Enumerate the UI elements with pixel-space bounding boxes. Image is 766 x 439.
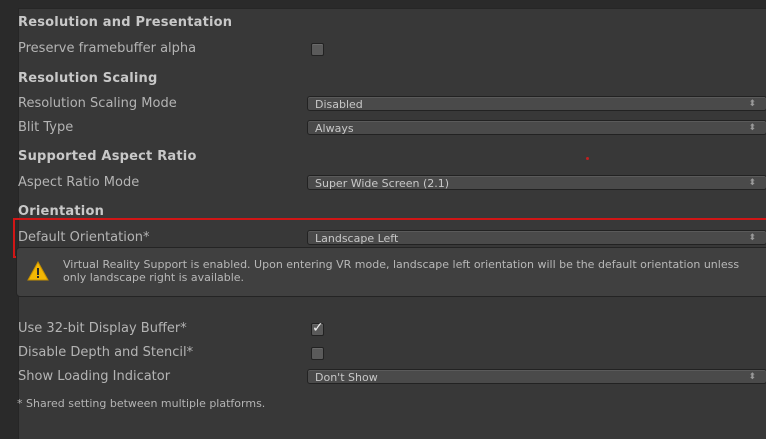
- row-preserve-framebuffer-alpha: Preserve framebuffer alpha: [0, 38, 760, 60]
- section-title: Resolution Scaling: [18, 71, 158, 86]
- aspect-ratio-mode-dropdown[interactable]: Super Wide Screen (2.1) ⬍: [307, 175, 766, 190]
- row-aspect-ratio-mode: Aspect Ratio Mode Super Wide Screen (2.1…: [0, 172, 766, 194]
- row-resolution-scaling-mode: Resolution Scaling Mode Disabled ⬍: [0, 93, 766, 115]
- preserve-framebuffer-alpha-checkbox[interactable]: [311, 43, 324, 56]
- marker-dot: [586, 157, 589, 160]
- warning-helpbox: Virtual Reality Support is enabled. Upon…: [16, 247, 766, 297]
- blit-type-dropdown[interactable]: Always ⬍: [307, 120, 766, 135]
- footer-note: * Shared setting between multiple platfo…: [17, 397, 266, 410]
- section-supported-aspect-ratio: Supported Aspect Ratio: [0, 146, 760, 168]
- use-32bit-display-buffer-checkbox[interactable]: ✓: [311, 320, 324, 336]
- row-disable-depth-stencil: Disable Depth and Stencil*: [0, 342, 760, 364]
- resolution-scaling-mode-dropdown[interactable]: Disabled ⬍: [307, 96, 766, 111]
- dropdown-arrow-icon: ⬍: [748, 178, 756, 188]
- setting-label: Blit Type: [18, 120, 74, 135]
- disable-depth-stencil-checkbox[interactable]: [311, 347, 324, 360]
- show-loading-indicator-dropdown[interactable]: Don't Show ⬍: [307, 369, 766, 384]
- warning-text: Virtual Reality Support is enabled. Upon…: [63, 258, 740, 284]
- row-blit-type: Blit Type Always ⬍: [0, 117, 766, 139]
- setting-label: Resolution Scaling Mode: [18, 96, 177, 111]
- row-use-32bit-display-buffer: Use 32-bit Display Buffer* ✓: [0, 318, 760, 340]
- setting-label: Show Loading Indicator: [18, 369, 171, 384]
- setting-label: Preserve framebuffer alpha: [18, 41, 197, 56]
- dropdown-value: Don't Show: [315, 371, 378, 384]
- row-show-loading-indicator: Show Loading Indicator Don't Show ⬍: [0, 366, 766, 388]
- setting-label: Use 32-bit Display Buffer*: [18, 321, 187, 336]
- section-title: Supported Aspect Ratio: [18, 149, 197, 164]
- warning-icon: [27, 260, 49, 281]
- dropdown-arrow-icon: ⬍: [748, 99, 756, 109]
- setting-label: Disable Depth and Stencil*: [18, 345, 194, 360]
- setting-label: Aspect Ratio Mode: [18, 175, 140, 190]
- dropdown-value: Always: [315, 122, 354, 135]
- dropdown-value: Disabled: [315, 98, 363, 111]
- dropdown-arrow-icon: ⬍: [748, 123, 756, 133]
- section-resolution-scaling: Resolution Scaling: [0, 68, 760, 90]
- dropdown-arrow-icon: ⬍: [748, 372, 756, 382]
- checkmark-icon: ✓: [312, 320, 324, 336]
- dropdown-value: Super Wide Screen (2.1): [315, 177, 450, 190]
- section-resolution-presentation: Resolution and Presentation: [0, 12, 760, 34]
- section-title: Resolution and Presentation: [18, 15, 233, 30]
